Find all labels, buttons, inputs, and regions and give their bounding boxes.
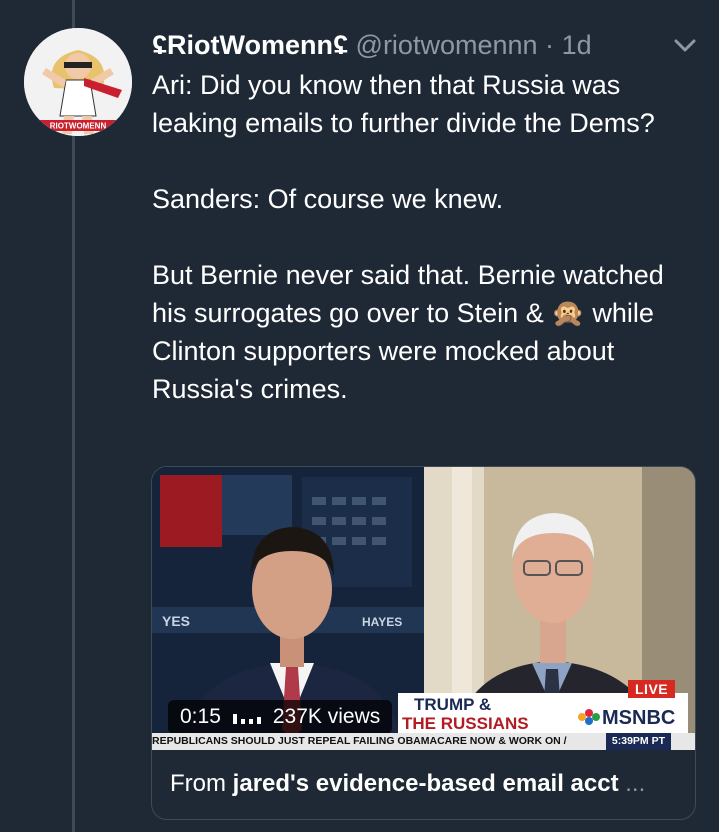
avatar[interactable]: RIOTWOMENN [24,28,132,136]
timestamp[interactable]: 1d [562,30,592,60]
avatar-illustration: RIOTWOMENN [24,28,132,136]
tweet-paragraph: Sanders: Of course we knew. [152,184,504,214]
ticker-time: 5:39PM PT [605,733,671,750]
ticker-text: REPUBLICANS SHOULD JUST REPEAL FAILING O… [152,735,567,747]
banner-line-2: THE RUSSIANS [402,714,529,733]
tweet-text: Ari: Did you know then that Russia was l… [152,66,692,408]
user-handle[interactable]: @riotwomennn [356,30,538,60]
embedded-video-card[interactable]: YES HAYES TRUMP & THE RUSSIANS MSNBC LIV… [151,466,696,820]
card-source-text[interactable]: From jared's evidence-based email acct .… [170,763,680,805]
tweet-paragraph: Ari: Did you know then that Russia was l… [152,70,655,138]
news-ticker: REPUBLICANS SHOULD JUST REPEAL FAILING O… [152,733,695,750]
display-name[interactable]: ʢRiotWomennʢ [152,30,348,60]
studio-text-right: HAYES [362,615,402,629]
card-source-prefix: From [170,770,233,797]
video-stats-pill: 0:15 237K views [168,700,393,734]
avatar-label: RIOTWOMENN [50,122,107,131]
video-duration: 0:15 [180,705,221,728]
card-source-name: jared's evidence-based email acct [232,770,619,797]
network-logo: MSNBC [602,707,675,729]
views-icon [231,708,263,726]
studio-text-left: YES [162,613,190,629]
separator-dot: · [545,30,555,60]
video-player[interactable]: YES HAYES TRUMP & THE RUSSIANS MSNBC LIV… [152,467,695,750]
tweet-header: ʢRiotWomennʢ @riotwomennn · 1d [152,28,699,62]
card-ellipsis: ... [618,770,646,797]
tweet-paragraph: But Bernie never said that. Bernie watch… [152,260,664,404]
banner-line-1: TRUMP & [414,695,491,714]
live-badge: LIVE [628,680,676,698]
chevron-down-icon[interactable] [671,32,699,58]
video-view-count: 237K views [272,705,381,728]
